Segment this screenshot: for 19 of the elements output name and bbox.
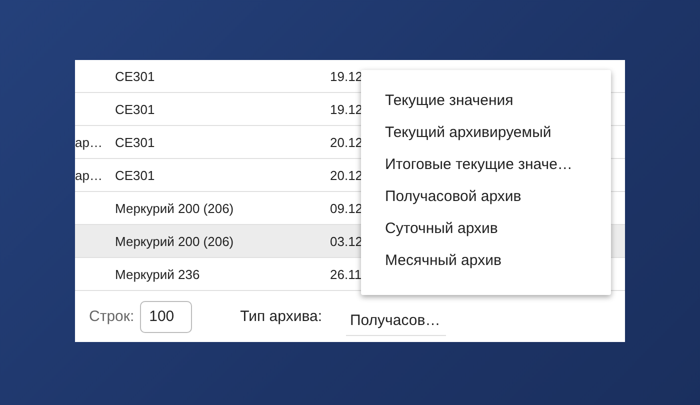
table-cell-text: ар… [75,168,104,182]
table-cell-text: Меркурий 236 [115,266,201,282]
table-cell-text: CE301 [115,68,156,84]
table-cell-text: CE301 [115,168,156,182]
table-cell-text: 03.12 [330,234,364,248]
table-cell-text: 09.12 [330,200,364,216]
table-cell-text: 20.12 [330,168,364,182]
table-cell-text: Меркурий 200 (206) [115,200,235,216]
table-cell-text: 20.12 [330,134,364,150]
table-cell-text: 19.12 [330,68,364,84]
table-cell-text: Меркурий 200 (206) [115,234,235,248]
archive-type-select[interactable]: Получасов… [346,306,446,336]
rows-label: Строк: [89,308,134,325]
table-cell-text: CE301 [115,134,156,150]
rows-input[interactable]: 100 [140,300,192,332]
table-cell-text: 26.11 [330,266,363,282]
table-cell-text: CE301 [115,102,156,116]
table-cell-text: ар… [75,134,104,150]
archive-type-label: Тип архива: [240,308,322,325]
